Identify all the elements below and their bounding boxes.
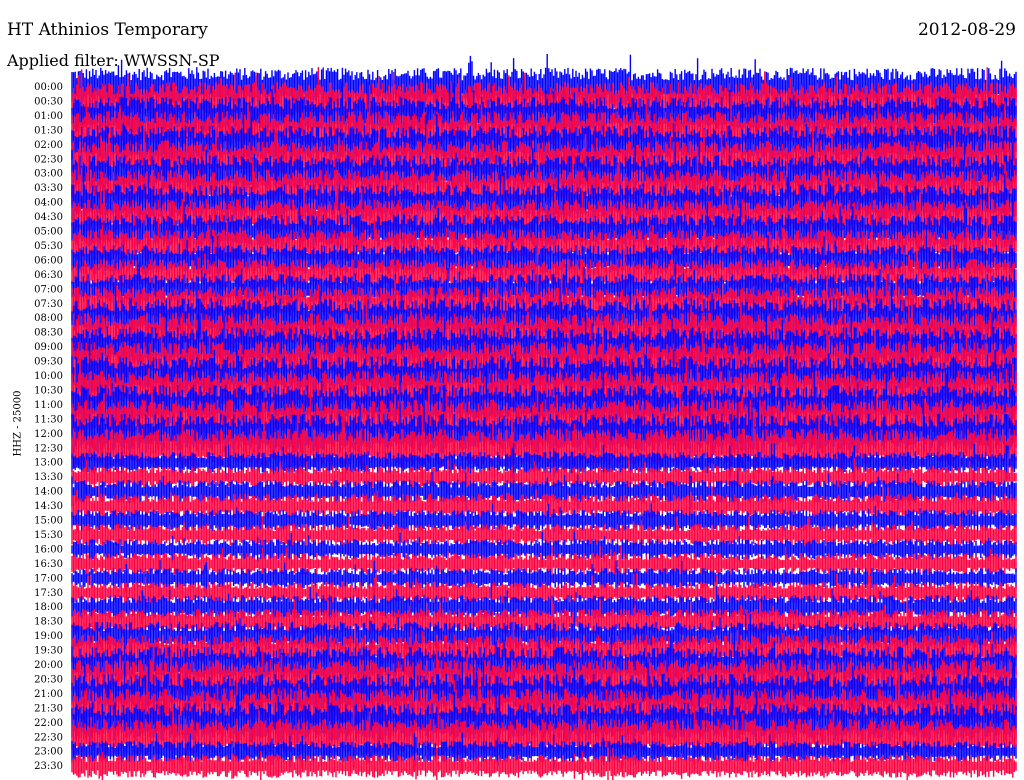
y-tick-label: 09:30 <box>34 357 63 368</box>
y-tick-label: 22:00 <box>34 718 63 729</box>
y-tick-label: 10:30 <box>34 385 63 396</box>
y-tick-label: 14:30 <box>34 501 63 512</box>
y-tick-label: 23:30 <box>34 761 63 772</box>
y-tick-label: 21:00 <box>34 689 63 700</box>
y-tick-label: 17:30 <box>34 588 63 599</box>
y-tick-label: 07:30 <box>34 299 63 310</box>
y-tick-label: 15:00 <box>34 516 63 527</box>
trace-group <box>71 54 1017 780</box>
y-tick-label: 13:30 <box>34 472 63 483</box>
y-tick-label: 17:00 <box>34 573 63 584</box>
y-tick-label: 03:00 <box>34 169 63 180</box>
y-tick-label: 05:30 <box>34 241 63 252</box>
y-tick-label: 02:00 <box>34 140 63 151</box>
y-tick-label: 05:00 <box>34 227 63 238</box>
y-tick-label: 07:00 <box>34 284 63 295</box>
y-tick-label: 14:00 <box>34 487 63 498</box>
y-tick-label: 00:00 <box>34 82 63 93</box>
y-tick-label: 16:30 <box>34 559 63 570</box>
y-tick-label: 06:30 <box>34 270 63 281</box>
y-tick-label: 13:00 <box>34 458 63 469</box>
y-tick-label: 11:30 <box>34 414 63 425</box>
y-tick-label: 11:00 <box>34 400 63 411</box>
y-tick-label: 09:00 <box>34 342 63 353</box>
y-tick-label: 01:30 <box>34 125 63 136</box>
y-tick-label: 19:30 <box>34 646 63 657</box>
y-tick-label: 15:30 <box>34 530 63 541</box>
y-tick-label: 21:30 <box>34 703 63 714</box>
tick-label-group: 00:00 00:30 01:00 01:30 02:00 02:30 03:00 03:30… <box>34 82 63 772</box>
y-tick-label: 18:30 <box>34 617 63 628</box>
y-tick-label: 06:00 <box>34 255 63 266</box>
helicorder-plot: 00:00 00:30 01:00 01:30 02:00 02:30 03:00 03:30… <box>34 54 1017 780</box>
y-tick-label: 02:30 <box>34 154 63 165</box>
y-tick-label: 08:00 <box>34 313 63 324</box>
y-tick-label: 04:30 <box>34 212 63 223</box>
y-tick-label: 10:00 <box>34 371 63 382</box>
y-tick-label: 20:00 <box>34 660 63 671</box>
y-tick-label: 12:00 <box>34 429 63 440</box>
y-tick-label: 12:30 <box>34 443 63 454</box>
y-tick-label: 23:00 <box>34 747 63 758</box>
y-tick-label: 01:00 <box>34 111 63 122</box>
y-tick-label: 20:30 <box>34 674 63 685</box>
y-tick-label: 00:30 <box>34 96 63 107</box>
y-tick-label: 04:00 <box>34 198 63 209</box>
y-tick-label: 08:30 <box>34 328 63 339</box>
y-tick-label: 16:00 <box>34 544 63 555</box>
y-tick-label: 03:30 <box>34 183 63 194</box>
y-tick-label: 18:00 <box>34 602 63 613</box>
y-tick-label: 22:30 <box>34 732 63 743</box>
y-tick-label: 19:00 <box>34 631 63 642</box>
